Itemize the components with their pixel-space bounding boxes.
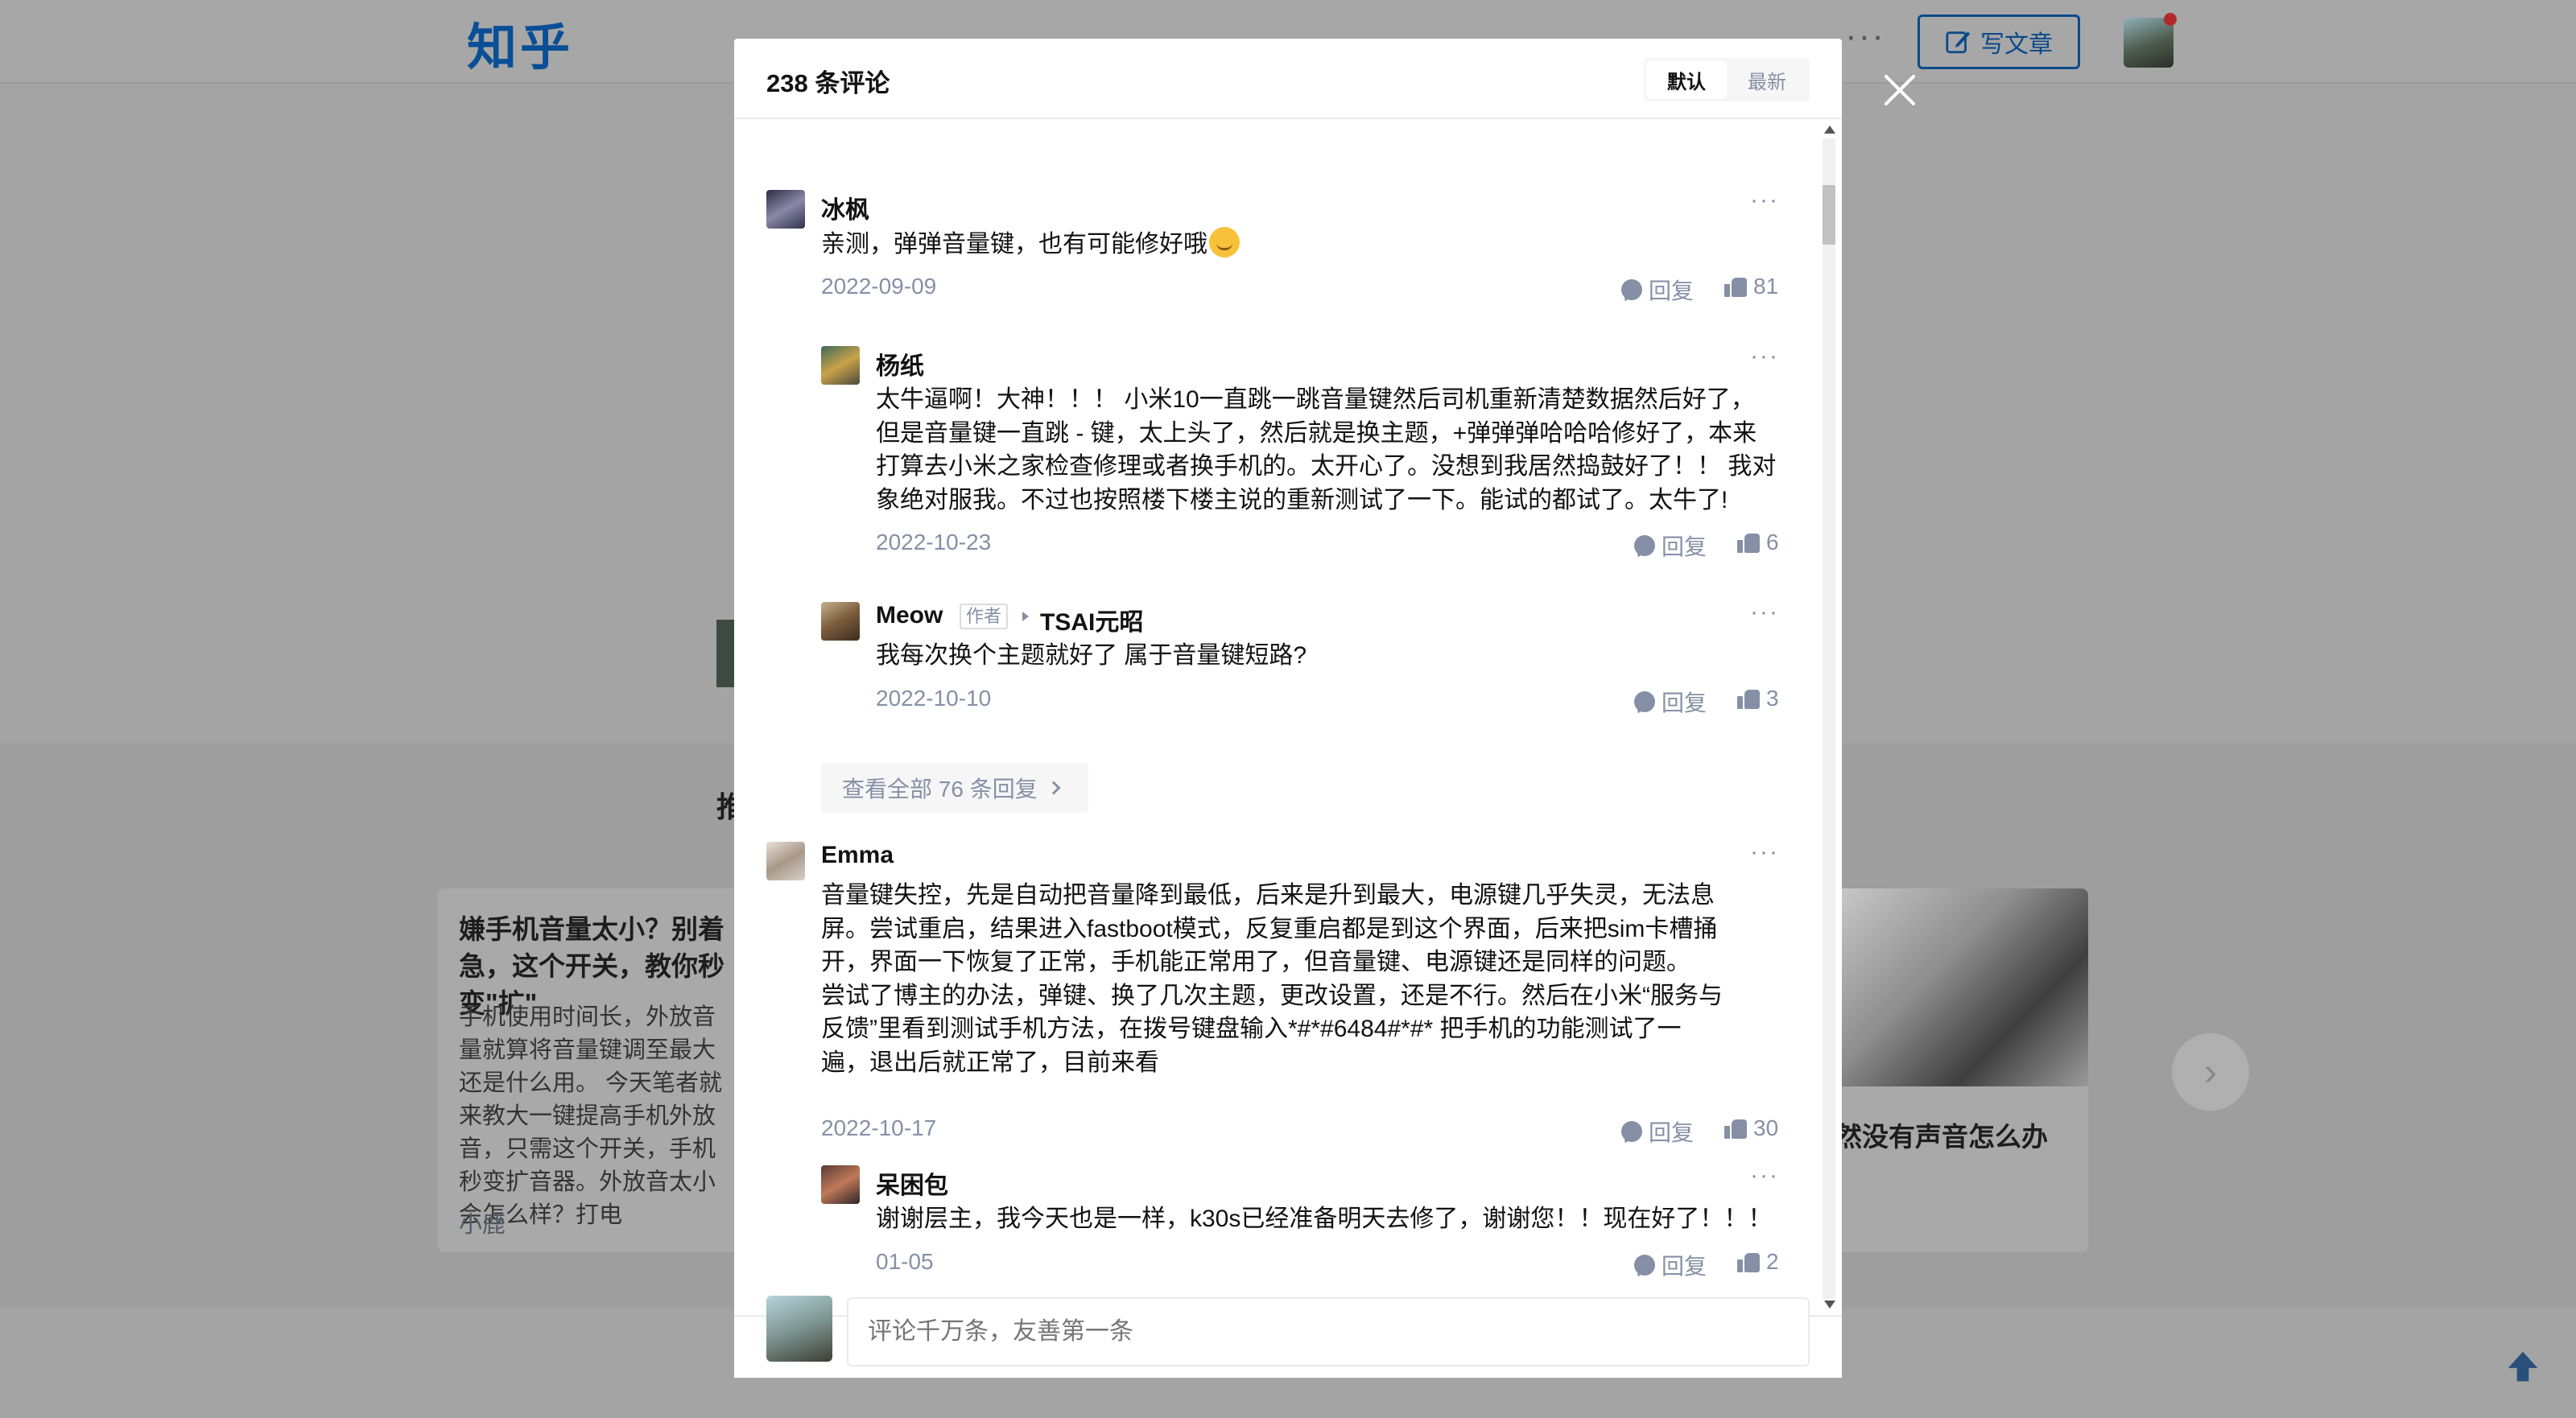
- comment-text: 亲测，弹弹音量键，也有可能修好哦: [821, 227, 1723, 262]
- reply-label: 回复: [1662, 534, 1707, 559]
- current-user-avatar: [766, 1296, 832, 1362]
- reply-label: 回复: [1649, 278, 1695, 303]
- like-button[interactable]: 6: [1737, 530, 1779, 555]
- comment-date: 2022-09-09: [821, 274, 937, 299]
- thumbs-up-icon: [1724, 1118, 1747, 1139]
- carousel-next-button[interactable]: ›: [2172, 1033, 2249, 1111]
- like-count: 3: [1766, 686, 1779, 711]
- recommend-card-author[interactable]: 小鹿: [459, 1206, 506, 1239]
- comment-text: 谢谢层主，我今天也是一样，k30s已经准备明天去修了，谢谢您！！现在好了！！！: [876, 1206, 1773, 1232]
- user-avatar[interactable]: [2124, 18, 2174, 68]
- comment-date: 2022-10-17: [821, 1115, 937, 1140]
- comment-text: 我每次换个主题就好了 属于音量键短路?: [876, 642, 1307, 669]
- close-icon[interactable]: [1880, 71, 1919, 109]
- reply-label: 回复: [1649, 1120, 1695, 1145]
- more-icon[interactable]: ···: [1750, 1162, 1779, 1189]
- comment-text: 音量键失控，先是自动把音量降到最低，后来是升到最大，电源键几乎失灵，无法息屏。尝…: [821, 882, 1723, 1076]
- reply-icon: [1634, 535, 1655, 556]
- reply-label: 回复: [1662, 690, 1707, 715]
- comment-count-title: 238 条评论: [766, 69, 890, 97]
- like-button[interactable]: 2: [1737, 1249, 1779, 1275]
- comment-composer: [734, 1296, 1842, 1378]
- author-badge: 作者: [960, 604, 1009, 629]
- reply-icon: [1621, 279, 1642, 300]
- view-all-replies-button[interactable]: 查看全部 76 条回复: [821, 763, 1088, 813]
- like-count: 2: [1766, 1249, 1779, 1274]
- like-count: 30: [1753, 1115, 1779, 1140]
- reply-arrow-icon: [1022, 612, 1029, 621]
- reply-icon: [1634, 691, 1655, 712]
- thumbs-up-icon: [1737, 532, 1760, 553]
- smile-emoji-icon: [1209, 227, 1240, 258]
- back-to-top-icon[interactable]: [2505, 1349, 2541, 1384]
- more-icon[interactable]: ···: [1750, 343, 1779, 370]
- comment-author[interactable]: Meow: [876, 602, 943, 629]
- like-button[interactable]: 30: [1724, 1115, 1778, 1141]
- more-icon[interactable]: ···: [1750, 187, 1779, 214]
- chevron-right-icon: [1046, 781, 1061, 795]
- reply-button[interactable]: 回复: [1621, 274, 1694, 306]
- recommend-card-text: 手机使用时间长，外放音量就算将音量键调至最大还是什么用。 今天笔者就来教大一键提…: [459, 1004, 723, 1228]
- more-icon[interactable]: ···: [1750, 599, 1779, 626]
- modal-header: 238 条评论 默认 最新: [734, 39, 1842, 119]
- thumbs-up-icon: [1737, 688, 1760, 709]
- avatar[interactable]: [821, 1165, 860, 1204]
- zhihu-logo[interactable]: 知乎: [467, 6, 573, 79]
- comment-author[interactable]: Emma: [821, 842, 894, 869]
- sort-default-button[interactable]: 默认: [1646, 60, 1727, 99]
- edit-icon: [1946, 31, 1971, 54]
- like-button[interactable]: 3: [1737, 686, 1779, 711]
- view-all-label: 查看全部 76 条回复: [842, 777, 1038, 802]
- like-button[interactable]: 81: [1724, 274, 1778, 299]
- like-count: 81: [1753, 274, 1779, 299]
- recommend-card-2-title[interactable]: 然没有声音怎么办: [1835, 1115, 2048, 1154]
- scroll-down-arrow-icon[interactable]: [1824, 1301, 1835, 1309]
- avatar[interactable]: [766, 842, 805, 880]
- reply-button[interactable]: 回复: [1634, 530, 1707, 562]
- comment-date: 01-05: [876, 1249, 934, 1274]
- comment-text-body: 亲测，弹弹音量键，也有可能修好哦: [821, 231, 1208, 258]
- notification-dot: [2164, 13, 2177, 26]
- comment-author[interactable]: 杨纸: [876, 346, 924, 381]
- comment-author[interactable]: 呆困包: [876, 1165, 948, 1201]
- avatar[interactable]: [821, 346, 860, 385]
- comment-list[interactable]: 冰枫 ··· 亲测，弹弹音量键，也有可能修好哦 2022-09-09 回复 81…: [734, 121, 1842, 1315]
- reply-button[interactable]: 回复: [1634, 686, 1707, 718]
- comment-input[interactable]: [847, 1297, 1810, 1366]
- comment-author[interactable]: 冰枫: [821, 190, 869, 225]
- avatar[interactable]: [766, 190, 805, 229]
- comment-scrollbar[interactable]: [1816, 121, 1842, 1315]
- comments-modal: 238 条评论 默认 最新 冰枫 ··· 亲测，弹弹音量键，也有可能修好哦 20…: [734, 39, 1842, 1378]
- recommend-card-image[interactable]: [1839, 888, 2088, 1086]
- background-thumbnail: [716, 620, 734, 687]
- thumbs-up-icon: [1724, 276, 1747, 297]
- reply-to-user[interactable]: TSAI元昭: [1040, 602, 1143, 637]
- reply-button[interactable]: 回复: [1621, 1115, 1694, 1148]
- reply-button[interactable]: 回复: [1634, 1249, 1707, 1281]
- like-count: 6: [1766, 530, 1779, 554]
- reply-icon: [1621, 1121, 1642, 1142]
- reply-label: 回复: [1662, 1254, 1707, 1279]
- reply-icon: [1634, 1255, 1655, 1276]
- comment-date: 2022-10-23: [876, 530, 992, 554]
- comment-text: 太牛逼啊！大神！！！ 小米10一直跳一跳音量键然后司机重新清楚数据然后好了，但是…: [876, 386, 1777, 513]
- write-article-label: 写文章: [1980, 31, 2053, 58]
- write-article-button[interactable]: 写文章: [1918, 14, 2080, 69]
- sort-latest-button[interactable]: 最新: [1727, 60, 1807, 99]
- more-icon[interactable]: ···: [1750, 839, 1779, 866]
- avatar[interactable]: [821, 602, 860, 641]
- sort-toggle: 默认 最新: [1644, 58, 1810, 101]
- scrollbar-thumb[interactable]: [1823, 185, 1835, 245]
- more-icon[interactable]: ···: [1845, 16, 1885, 56]
- thumbs-up-icon: [1737, 1251, 1760, 1272]
- scrollbar-track[interactable]: [1823, 138, 1835, 1299]
- scroll-up-arrow-icon[interactable]: [1824, 126, 1835, 134]
- comment-date: 2022-10-10: [876, 686, 992, 711]
